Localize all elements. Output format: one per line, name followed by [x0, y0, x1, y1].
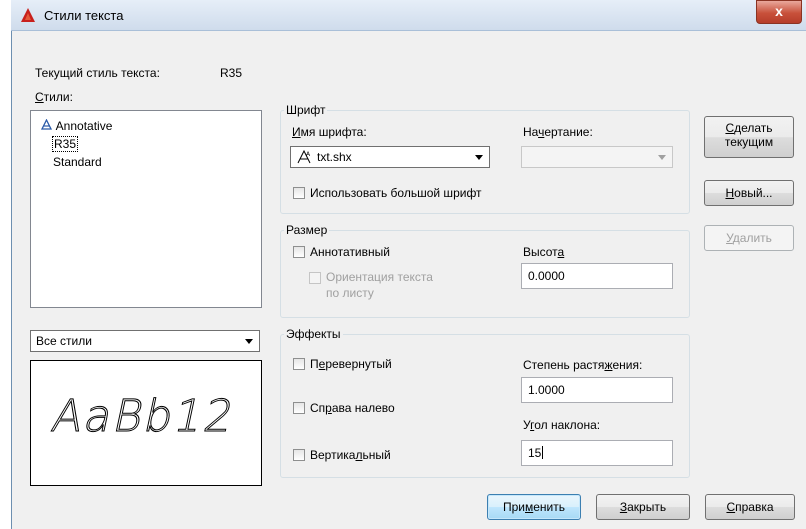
title-bar[interactable]	[11, 0, 806, 31]
oblique-label: Угол наклона:	[523, 418, 601, 432]
backwards-checkbox[interactable]	[293, 402, 305, 414]
list-item[interactable]: Annotative	[40, 118, 113, 133]
list-item[interactable]: R35	[51, 136, 79, 152]
size-group-title: Размер	[284, 223, 330, 237]
width-factor-label: Степень растяжения:	[523, 358, 643, 372]
width-factor-input[interactable]: 1.0000	[521, 377, 673, 403]
height-value: 0.0000	[528, 269, 565, 283]
annotative-checkbox[interactable]	[293, 246, 305, 258]
font-style-label: Начертание:	[523, 125, 593, 139]
style-filter-select[interactable]: Все стили	[30, 330, 260, 352]
upside-down-label: Перевернутый	[310, 357, 392, 371]
apply-label: Применить	[502, 500, 566, 514]
font-name-select[interactable]: A txt.shx	[290, 146, 490, 168]
oblique-input[interactable]: 15	[521, 440, 673, 466]
autocad-a-icon	[20, 7, 36, 23]
effects-group-title: Эффекты	[284, 327, 343, 341]
text-cursor	[542, 446, 544, 459]
shx-font-icon: A	[296, 149, 314, 168]
help-button[interactable]: Справка	[705, 494, 795, 520]
close-label: Закрыть	[619, 500, 667, 514]
svg-text:A: A	[306, 151, 311, 158]
delete-style-button[interactable]: Удалить	[704, 225, 794, 251]
style-filter-value: Все стили	[36, 334, 92, 348]
current-style-value: R35	[220, 66, 243, 80]
orientation-label-line1: Ориентация текста	[326, 270, 433, 284]
backwards-label: Справа налево	[310, 401, 395, 415]
set-current-button[interactable]: Сделать текущим	[704, 116, 794, 158]
height-label: Высота	[523, 245, 565, 259]
style-name: Annotative	[55, 119, 113, 133]
current-style-label: Текущий стиль текста:	[35, 66, 160, 80]
preview-text: AaBb12	[47, 391, 241, 443]
chevron-down-icon	[475, 155, 483, 160]
vertical-label: Вертикальный	[310, 448, 391, 462]
close-window-button[interactable]: x	[756, 0, 802, 24]
vertical-checkbox[interactable]	[293, 449, 305, 461]
delete-style-label: Удалить	[726, 231, 772, 245]
font-style-select[interactable]	[521, 146, 673, 168]
styles-listbox[interactable]: Annotative R35 Standard	[30, 110, 262, 308]
new-style-button[interactable]: Новый...	[704, 180, 794, 206]
oblique-value: 15	[528, 446, 542, 460]
close-icon: x	[775, 3, 783, 19]
annotative-icon	[40, 118, 53, 133]
style-name: Standard	[53, 155, 102, 169]
new-style-label: Новый...	[725, 186, 773, 200]
style-name: R35	[54, 137, 77, 151]
font-group-title: Шрифт	[284, 103, 328, 117]
close-button[interactable]: Закрыть	[596, 494, 690, 520]
orientation-checkbox[interactable]	[309, 272, 321, 284]
upside-down-checkbox[interactable]	[293, 358, 305, 370]
window-title: Стили текста	[44, 8, 124, 23]
font-name-value: txt.shx	[317, 150, 352, 164]
font-name-label: Имя шрифта:	[292, 125, 367, 139]
height-input[interactable]: 0.0000	[521, 263, 673, 289]
chevron-down-icon	[658, 155, 666, 160]
help-label: Справка	[726, 500, 774, 514]
set-current-label-line1: Сделать	[725, 121, 773, 135]
orientation-label-line2: по листу	[326, 286, 374, 300]
styles-label: Стили:	[35, 90, 73, 104]
set-current-label-line2: текущим	[724, 135, 774, 149]
annotative-label: Аннотативный	[310, 245, 390, 259]
text-preview: AaBb12	[30, 360, 262, 486]
bigfont-checkbox[interactable]	[293, 187, 305, 199]
chevron-down-icon	[245, 339, 253, 344]
list-item[interactable]: Standard	[53, 155, 102, 169]
width-factor-value: 1.0000	[528, 383, 565, 397]
bigfont-label: Использовать большой шрифт	[310, 186, 482, 200]
apply-button[interactable]: Применить	[487, 494, 581, 520]
